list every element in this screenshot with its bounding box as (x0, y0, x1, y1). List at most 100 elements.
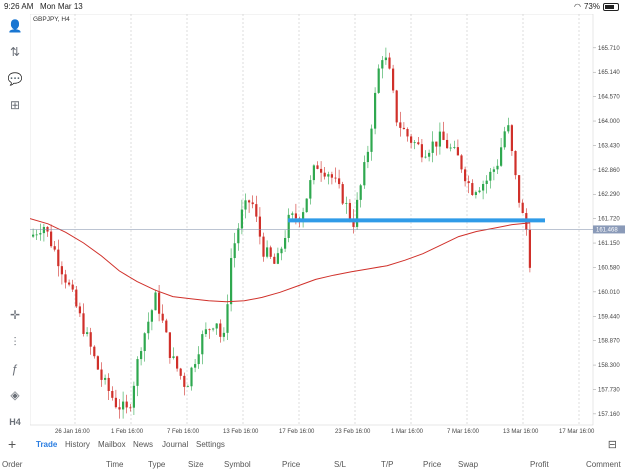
candle-body (438, 131, 441, 147)
col-time[interactable]: Time (106, 460, 123, 469)
trade-arrows-icon[interactable]: ⇅ (7, 44, 23, 60)
tab-history[interactable]: History (65, 440, 90, 449)
candle-body (35, 234, 38, 236)
candle-body (125, 401, 128, 408)
candle-body (96, 356, 99, 370)
candle-body (464, 169, 467, 182)
candle-body (39, 233, 42, 235)
price-tick-label: 162.860 (598, 168, 620, 174)
price-tick-label: 160.010 (598, 290, 620, 296)
add-icon[interactable]: + (8, 436, 16, 452)
candle-body (194, 364, 197, 368)
price-tick-label: 165.140 (598, 70, 620, 76)
col-price-current[interactable]: Price (423, 460, 441, 469)
function-icon[interactable]: ƒ (7, 361, 23, 377)
candle-body (78, 306, 81, 314)
candle-body (273, 256, 276, 264)
tab-mailbox[interactable]: Mailbox (98, 440, 126, 449)
document-plus-icon[interactable]: ⊞ (7, 97, 23, 113)
price-tick-label: 158.870 (598, 339, 620, 345)
candle-body (107, 377, 110, 391)
candle-body (248, 200, 251, 203)
candle-body (212, 328, 215, 330)
objects-icon[interactable]: ◈ (7, 387, 23, 403)
trade-table-header: Order Time Type Size Symbol Price S/L T/… (0, 458, 625, 469)
candle-body (122, 401, 125, 410)
candle-body (294, 213, 297, 219)
candle-body (60, 266, 63, 275)
col-price[interactable]: Price (282, 460, 300, 469)
candle-body (410, 136, 413, 143)
col-size[interactable]: Size (188, 460, 204, 469)
time-tick-label: 7 Feb 16:00 (167, 429, 200, 434)
candle-body (510, 125, 513, 152)
candle-body (377, 68, 380, 93)
candle-body (201, 334, 204, 355)
candle-body (269, 247, 272, 257)
tab-journal[interactable]: Journal (162, 440, 188, 449)
col-order[interactable]: Order (2, 460, 22, 469)
time-tick-label: 1 Feb 16:00 (111, 429, 144, 434)
candle-body (68, 282, 71, 285)
price-chart[interactable]: GBPJPY, H4 161.468 26 Jan 16:00 1 Feb 16:… (30, 14, 625, 434)
candle-body (420, 144, 423, 158)
candle-body (82, 313, 85, 334)
candle-body (53, 246, 56, 250)
candle-body (388, 57, 391, 69)
candle-body (208, 329, 211, 331)
candle-body (168, 332, 171, 358)
indicators-icon[interactable]: ⫶ (7, 334, 23, 350)
layout-icon[interactable]: ⊟ (608, 438, 617, 451)
price-tick-label: 158.300 (598, 363, 620, 369)
col-profit[interactable]: Profit (530, 460, 549, 469)
person-icon[interactable]: 👤 (7, 18, 23, 34)
col-symbol[interactable]: Symbol (224, 460, 251, 469)
candle-body (154, 292, 157, 311)
tab-news[interactable]: News (133, 440, 153, 449)
candle-body (323, 172, 326, 177)
candle-body (424, 156, 427, 158)
candle-body (222, 332, 225, 337)
candle-body (258, 216, 261, 237)
left-toolbar: 👤 ⇅ 💬 ⊞ ✛ ⫶ ƒ ◈ H4 (0, 14, 30, 434)
candle-body (104, 377, 107, 380)
price-tick-label: 161.150 (598, 241, 620, 247)
candle-body (251, 202, 254, 205)
col-sl[interactable]: S/L (334, 460, 346, 469)
time-tick-label: 7 Mar 16:00 (447, 429, 480, 434)
candle-body (456, 147, 459, 156)
candle-body (366, 151, 369, 163)
crosshair-icon[interactable]: ✛ (7, 307, 23, 323)
candle-body (64, 274, 67, 283)
candle-body (305, 198, 308, 213)
candle-body (341, 184, 344, 204)
candle-body (266, 247, 269, 257)
col-tp[interactable]: T/P (381, 460, 393, 469)
tab-settings[interactable]: Settings (196, 440, 225, 449)
candle-body (230, 258, 233, 305)
tab-trade[interactable]: Trade (36, 440, 57, 449)
candle-body (280, 248, 283, 254)
candle-body (42, 226, 45, 234)
timeframe-icon[interactable]: H4 (7, 414, 23, 430)
candle-body (143, 333, 146, 352)
col-type[interactable]: Type (148, 460, 165, 469)
price-tick-label: 161.720 (598, 217, 620, 223)
col-swap[interactable]: Swap (458, 460, 478, 469)
candle-body (435, 141, 438, 147)
candle-body (140, 351, 143, 360)
time-tick-label: 23 Feb 16:00 (335, 429, 371, 434)
candle-body (359, 185, 362, 200)
bottom-tab-bar: + Trade History Mailbox News Journal Set… (0, 436, 625, 452)
candle-body (338, 178, 341, 185)
candle-body (320, 168, 323, 173)
time-tick-label: 17 Mar 16:00 (559, 429, 595, 434)
col-comment[interactable]: Comment (586, 460, 621, 469)
candle-body (316, 165, 319, 169)
candle-body (244, 200, 247, 210)
chat-icon[interactable]: 💬 (7, 71, 23, 87)
chart-title: GBPJPY, H4 (33, 16, 70, 23)
candle-body (226, 304, 229, 333)
battery-icon (603, 2, 619, 11)
candle-body (75, 289, 78, 307)
